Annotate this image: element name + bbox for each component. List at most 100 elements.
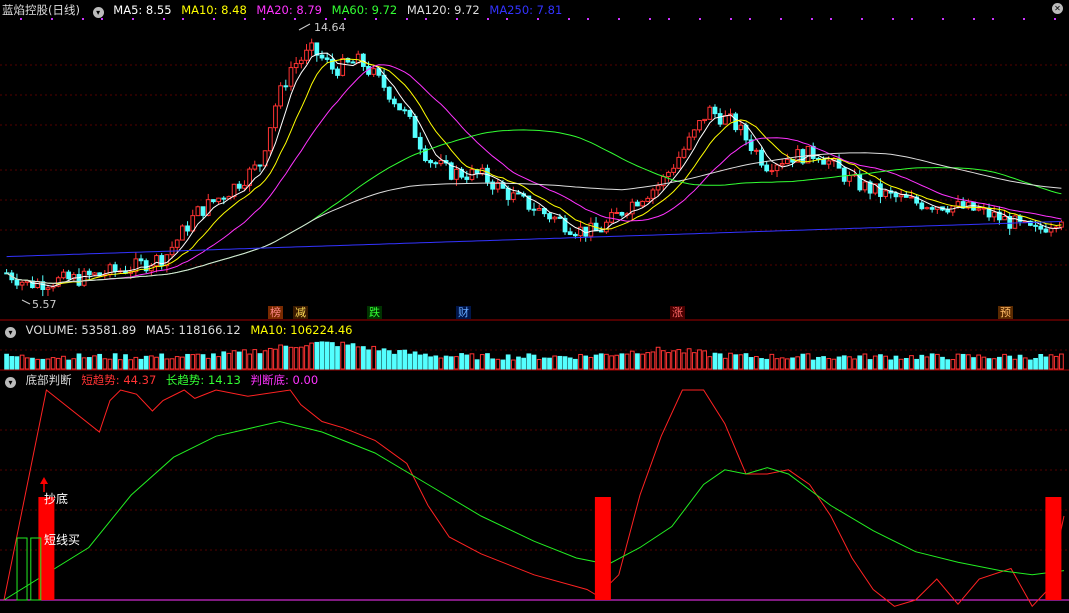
volume-bar: [790, 357, 795, 370]
volume-bar: [24, 357, 30, 370]
candle-body: [821, 159, 826, 165]
ma5-label: MA5: 8.55: [113, 3, 172, 17]
bottom-signal-bar: [594, 497, 611, 600]
marker-dot: [861, 18, 863, 20]
volume-bar: [671, 350, 676, 370]
marker-dot: [780, 18, 782, 20]
marker-dot: [456, 18, 458, 20]
short-trend-line: [3, 389, 1065, 608]
candle-body: [785, 158, 790, 165]
volume-bar: [779, 357, 785, 370]
volume-bar: [764, 358, 770, 370]
marker-dot: [830, 18, 832, 20]
volume-bar: [1028, 359, 1033, 370]
volume-bar: [691, 352, 697, 370]
volume-bar: [211, 353, 216, 370]
volume-bar: [1048, 354, 1054, 370]
event-tag[interactable]: 榜: [268, 306, 283, 319]
volume-bar: [965, 354, 971, 370]
volume-toggle-icon[interactable]: ▾: [5, 327, 16, 338]
volume-bar: [4, 353, 9, 370]
candle-body: [417, 136, 423, 150]
volume-bar: [459, 353, 464, 370]
candle-body: [505, 187, 511, 200]
candle-body: [242, 184, 247, 189]
marker-dot: [82, 18, 84, 20]
volume-bar: [117, 359, 123, 370]
volume-bar: [226, 352, 232, 370]
candle-body: [764, 164, 770, 172]
volume-bar: [857, 355, 863, 370]
close-icon[interactable]: ✕: [1052, 3, 1063, 14]
volume-bar: [386, 350, 392, 370]
candle-body: [81, 270, 87, 286]
volume-bar: [319, 341, 325, 370]
marker-dot: [344, 18, 346, 20]
marker-dot: [244, 18, 246, 20]
marker-dot: [506, 18, 508, 20]
event-tag[interactable]: 财: [456, 306, 471, 319]
event-tag[interactable]: 涨: [670, 306, 685, 319]
volume-bar: [159, 353, 165, 370]
candle-body: [826, 160, 832, 165]
volume-bar: [216, 356, 221, 370]
event-tag[interactable]: 预: [998, 306, 1013, 319]
bottom-signal-bar: [1045, 497, 1062, 600]
candle-body: [909, 196, 914, 199]
candle-body: [283, 85, 289, 88]
volume-bar: [133, 356, 139, 370]
volume-bar: [666, 352, 671, 370]
candle-body: [392, 98, 397, 105]
volume-bar: [30, 357, 35, 370]
volume-bar: [1033, 357, 1038, 370]
volume-bar: [785, 358, 790, 370]
volume-bar: [991, 358, 997, 370]
candle-body: [86, 270, 92, 276]
candle-body: [252, 164, 258, 170]
volume-bar: [893, 355, 899, 370]
marker-dot: [51, 18, 53, 20]
volume-bar: [598, 353, 604, 370]
volume-bar: [298, 346, 304, 370]
candle-body: [464, 176, 470, 180]
candle-body: [893, 192, 899, 198]
candle-body: [190, 215, 196, 232]
indicator-panel-toggle-icon[interactable]: ▾: [5, 377, 16, 388]
volume-bar: [934, 353, 940, 370]
marker-dot: [911, 18, 913, 20]
volume-bar: [397, 350, 402, 370]
candle-body: [386, 86, 392, 100]
candle-body: [671, 167, 676, 173]
stock-chart-canvas[interactable]: [0, 0, 1069, 613]
candle-body: [847, 174, 852, 182]
candle-body: [1012, 215, 1018, 229]
candle-body: [531, 208, 537, 211]
candle-body: [221, 197, 227, 200]
candle-body: [1038, 225, 1044, 230]
volume-bar: [541, 357, 547, 370]
candle-body: [516, 192, 521, 195]
event-tag[interactable]: 跌: [367, 306, 382, 319]
volume-bar: [195, 353, 201, 370]
candle-body: [402, 109, 408, 112]
volume-bar: [722, 357, 728, 370]
candle-body: [309, 42, 315, 51]
volume-bar: [288, 346, 294, 370]
volume-bar: [573, 358, 578, 370]
long-trend-line: [3, 420, 1065, 601]
indicator-toggle-icon[interactable]: ▾: [92, 7, 104, 18]
event-tag[interactable]: 减: [293, 306, 308, 319]
volume-bar: [252, 349, 258, 370]
volume-bar: [940, 356, 945, 370]
volume-bar: [40, 358, 46, 370]
marker-dot: [973, 18, 975, 20]
candle-body: [319, 54, 325, 59]
volume-bar: [35, 358, 40, 370]
volume-bar: [86, 357, 92, 370]
marker-dot: [618, 18, 620, 20]
marker-dot: [213, 18, 215, 20]
volume-bar: [960, 353, 966, 370]
volume-bar: [164, 358, 170, 370]
volume-bar: [510, 359, 516, 370]
marker-dot: [101, 18, 103, 20]
